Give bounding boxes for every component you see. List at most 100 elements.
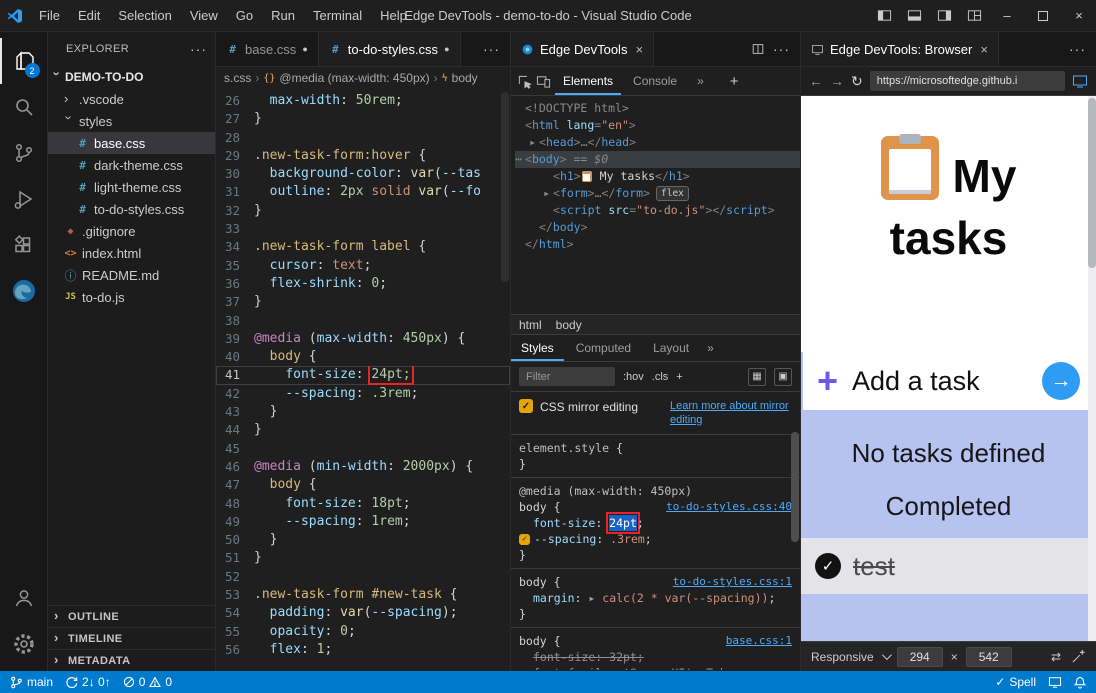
branch-indicator[interactable]: main [10, 675, 53, 689]
search-icon[interactable] [0, 84, 48, 130]
styles-filter-input[interactable] [519, 367, 615, 386]
editor-scrollbar[interactable] [501, 92, 509, 282]
minimize-button[interactable]: – [990, 1, 1024, 31]
pane-tab-styles[interactable]: Styles [511, 335, 564, 361]
code-line[interactable]: 54 padding: var(--spacing); [216, 604, 510, 622]
code-line[interactable]: 56 flex: 1; [216, 641, 510, 659]
split-editor-icon[interactable] [751, 42, 765, 56]
menu-selection[interactable]: Selection [109, 1, 180, 31]
file-tree-item-dark-theme-css[interactable]: #dark-theme.css [48, 154, 215, 176]
toggle-hover-state-button[interactable]: :hov [623, 371, 644, 383]
extensions-icon[interactable] [0, 222, 48, 268]
open-in-browser-icon[interactable] [1072, 74, 1088, 88]
code-line[interactable]: 32} [216, 202, 510, 220]
close-tab-icon[interactable]: × [980, 42, 988, 57]
notifications-bell-icon[interactable] [1074, 676, 1086, 689]
spell-checker-indicator[interactable]: ✓ Spell [995, 675, 1036, 689]
new-style-rule-button[interactable]: + [676, 371, 682, 383]
menu-run[interactable]: Run [262, 1, 304, 31]
dom-node[interactable]: ▸<head>…</head> [515, 134, 800, 151]
sidebar-section-timeline[interactable]: ›TIMELINE [48, 627, 215, 649]
menu-go[interactable]: Go [227, 1, 262, 31]
maximize-button[interactable] [1026, 1, 1060, 31]
add-tool-icon[interactable]: + [730, 73, 739, 90]
file-tree-item-base-css[interactable]: #base.css [48, 132, 215, 154]
viewport-height-input[interactable] [966, 647, 1012, 667]
code-line[interactable]: 43 } [216, 403, 510, 421]
computed-panel-icon[interactable]: ▣ [774, 368, 792, 386]
close-button[interactable]: × [1062, 1, 1096, 31]
file-tree-item-readme-md[interactable]: ⓘREADME.md [48, 264, 215, 286]
back-icon[interactable]: ← [809, 73, 823, 89]
toggle-class-button[interactable]: .cls [652, 371, 669, 383]
browser-more-actions-icon[interactable]: ··· [1069, 41, 1086, 57]
dom-node[interactable]: <h1> My tasks</h1> [515, 168, 800, 185]
code-line[interactable]: 53.new-task-form #new-task { [216, 586, 510, 604]
code-line[interactable]: 39@media (max-width: 450px) { [216, 330, 510, 348]
code-line[interactable]: 33 [216, 220, 510, 238]
sync-indicator[interactable]: 2↓ 0↑ [65, 675, 111, 689]
code-line[interactable]: 27} [216, 110, 510, 128]
menu-view[interactable]: View [181, 1, 227, 31]
code-line[interactable]: 28 [216, 129, 510, 147]
toggle-panel-icon[interactable] [900, 1, 928, 31]
code-area[interactable]: 26 max-width: 50rem;27}2829.new-task-for… [216, 89, 510, 671]
css-declaration[interactable]: font-size: 24pt; [519, 515, 792, 531]
close-tab-icon[interactable]: × [635, 42, 643, 57]
sidebar-section-metadata[interactable]: ›METADATA [48, 649, 215, 671]
run-debug-icon[interactable] [0, 176, 48, 222]
dom-node[interactable]: <script src="to-do.js"></script> [515, 202, 800, 219]
breadcrumb-file[interactable]: s.css [224, 71, 251, 85]
dom-node[interactable]: ⋯<body> == $0 [515, 151, 800, 168]
code-line[interactable]: 29.new-task-form:hover { [216, 147, 510, 165]
code-line[interactable]: 49 --spacing: 1rem; [216, 513, 510, 531]
file-tree-item-styles[interactable]: ›styles [48, 110, 215, 132]
url-input[interactable] [870, 71, 1065, 91]
explorer-icon[interactable]: 2 [0, 38, 48, 84]
dom-node[interactable]: <!DOCTYPE html> [515, 100, 800, 117]
magic-wand-icon[interactable] [1071, 649, 1086, 664]
tool-tab-elements[interactable]: Elements [555, 67, 621, 95]
breadcrumb-rule[interactable]: @media (max-width: 450px) [279, 71, 429, 85]
code-line[interactable]: 55 opacity: 0; [216, 623, 510, 641]
code-line[interactable]: 35 cursor: text; [216, 257, 510, 275]
sidebar-section-outline[interactable]: ›OUTLINE [48, 605, 215, 627]
crumb-html[interactable]: html [519, 318, 542, 332]
tab-edge-devtools-browser[interactable]: Edge DevTools: Browser × [801, 32, 999, 66]
css-mirror-checkbox[interactable]: ✓ [519, 399, 533, 413]
code-line[interactable]: 30 background-color: var(--tas [216, 165, 510, 183]
add-task-label[interactable]: Add a task [852, 366, 980, 397]
settings-gear-icon[interactable] [0, 621, 48, 667]
file-tree-item--vscode[interactable]: ›.vscode [48, 88, 215, 110]
code-line[interactable]: 48 font-size: 18pt; [216, 495, 510, 513]
devtools-more-actions-icon[interactable]: ··· [773, 41, 790, 57]
tab-base-css[interactable]: # base.css ● [216, 32, 319, 66]
pane-overflow-icon[interactable]: » [701, 341, 720, 355]
dom-node[interactable]: </html> [515, 236, 800, 253]
code-line[interactable]: 46@media (min-width: 2000px) { [216, 458, 510, 476]
edge-devtools-icon[interactable] [0, 268, 48, 314]
grid-overlay-icon[interactable]: ▦ [748, 368, 766, 386]
file-tree-item-to-do-js[interactable]: JSto-do.js [48, 286, 215, 308]
dom-node[interactable]: </body> [515, 219, 800, 236]
page-scrollbar[interactable] [1088, 96, 1096, 641]
stylesheet-link[interactable]: to-do-styles.css:1 [673, 574, 792, 590]
stylesheet-link[interactable]: to-do-styles.css:40 [666, 499, 792, 515]
explorer-more-actions-icon[interactable]: ··· [190, 41, 207, 57]
rule-selector[interactable]: body [519, 574, 547, 590]
devtools-scrollbar[interactable] [791, 432, 799, 542]
rotate-viewport-icon[interactable]: ⇄ [1051, 650, 1061, 664]
screencast-icon[interactable] [1048, 676, 1062, 688]
code-line[interactable]: 36 flex-shrink: 0; [216, 275, 510, 293]
stylesheet-link[interactable]: base.css:1 [726, 633, 792, 649]
rule-selector[interactable]: body [519, 633, 547, 649]
new-task-form[interactable]: + Add a task → [803, 352, 1094, 410]
viewport-width-input[interactable] [897, 647, 943, 667]
menu-terminal[interactable]: Terminal [304, 1, 371, 31]
code-line[interactable]: 38 [216, 312, 510, 330]
code-line[interactable]: 40 body { [216, 348, 510, 366]
add-task-button[interactable]: → [1042, 362, 1080, 400]
file-tree-item-index-html[interactable]: <>index.html [48, 242, 215, 264]
completed-task-row[interactable]: ✓ test [801, 538, 1096, 594]
code-line[interactable]: 51} [216, 549, 510, 567]
